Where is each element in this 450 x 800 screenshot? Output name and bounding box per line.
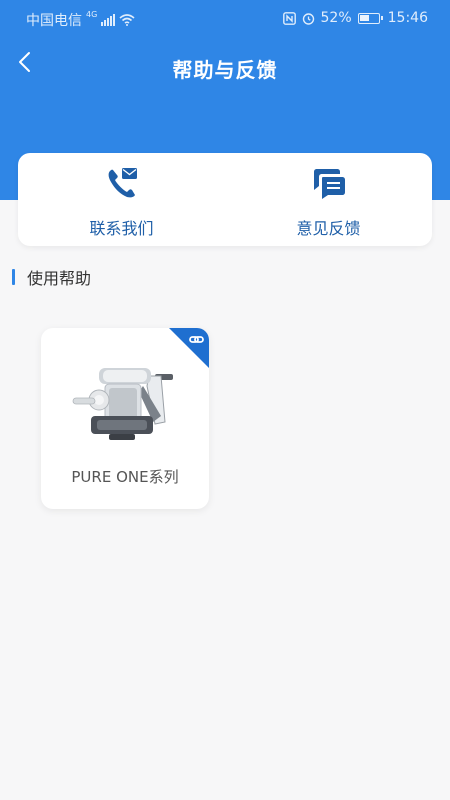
wifi-icon	[119, 14, 135, 26]
section-accent-bar	[12, 269, 15, 285]
section-title: 使用帮助	[27, 269, 92, 288]
clock: 15:46	[387, 10, 428, 26]
network-label: 4G	[86, 10, 98, 19]
chat-bubble-icon	[311, 165, 347, 201]
status-bar: 中国电信 4G 52% 15:46	[0, 0, 450, 36]
contact-us-button[interactable]: 联系我们	[18, 153, 225, 246]
carrier-label: 中国电信	[26, 13, 82, 29]
feedback-label: 意见反馈	[296, 219, 361, 238]
action-card: 联系我们 意见反馈	[18, 153, 432, 246]
feedback-button[interactable]: 意见反馈	[225, 153, 432, 246]
contact-us-label: 联系我们	[89, 219, 154, 238]
page-title: 帮助与反馈	[172, 58, 278, 82]
alarm-icon	[302, 12, 314, 25]
battery-icon	[357, 12, 383, 24]
vacuum-product-image	[72, 368, 173, 440]
nav-bar: 帮助与反馈	[0, 36, 450, 96]
product-name: PURE ONE系列	[71, 468, 179, 486]
nfc-icon	[282, 11, 296, 25]
phone-mail-icon	[104, 165, 140, 201]
section-header: 使用帮助	[12, 265, 91, 289]
battery-percent: 52%	[320, 10, 352, 26]
product-card[interactable]: PURE ONE系列	[41, 328, 209, 509]
signal-icon	[101, 14, 116, 26]
